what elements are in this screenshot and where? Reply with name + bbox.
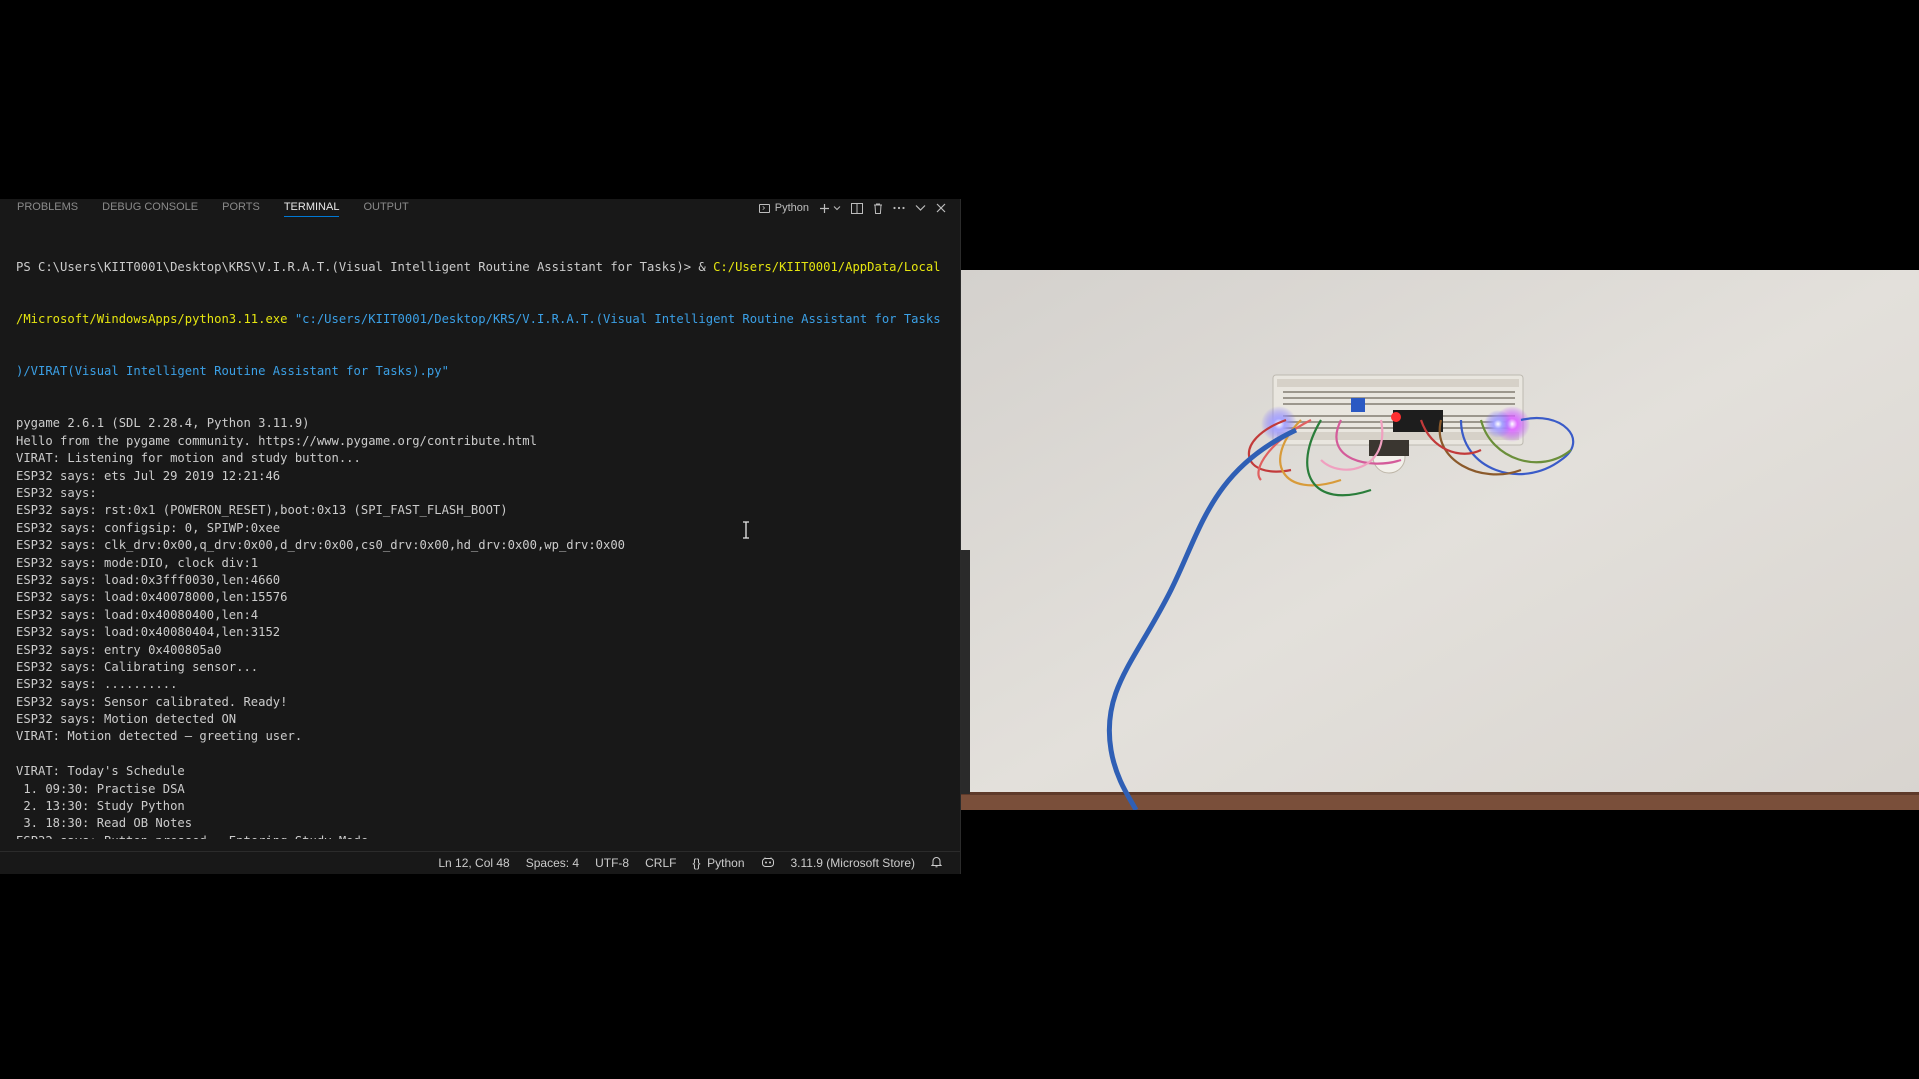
tab-ports[interactable]: PORTS xyxy=(222,199,260,217)
breadboard-photo xyxy=(961,270,1919,810)
copilot-icon xyxy=(761,857,774,867)
terminal-log-line: ESP32 says: xyxy=(16,485,97,500)
terminal-log-line: ESP32 says: .......... xyxy=(16,677,178,692)
collapse-panel-button[interactable] xyxy=(915,204,926,212)
collapse-icon xyxy=(915,205,926,211)
terminal-panel: PROBLEMS DEBUG CONSOLE PORTS TERMINAL OU… xyxy=(0,199,961,874)
script-path: "c:/Users/KIIT0001/Desktop/KRS/V.I.R.A.T… xyxy=(287,312,941,327)
split-icon xyxy=(851,202,863,214)
braces-icon: {} xyxy=(692,856,701,870)
chevron-down-icon[interactable] xyxy=(833,204,841,212)
terminal-log-line: ESP32 says: load:0x40078000,len:15576 xyxy=(16,590,288,605)
terminal-log: pygame 2.6.1 (SDL 2.28.4, Python 3.11.9)… xyxy=(16,415,946,839)
python-interpreter[interactable]: 3.11.9 (Microsoft Store) xyxy=(791,856,916,870)
script-path: )/VIRAT(Visual Intelligent Routine Assis… xyxy=(16,364,449,379)
language-mode[interactable]: {} Python xyxy=(692,856,744,870)
more-icon xyxy=(893,206,905,210)
terminal-log-line: VIRAT: Motion detected – greeting user. xyxy=(16,729,303,744)
tab-debug-console[interactable]: DEBUG CONSOLE xyxy=(102,199,198,217)
terminal-log-line: 1. 09:30: Practise DSA xyxy=(16,781,185,796)
copilot-status[interactable] xyxy=(761,856,775,871)
split-terminal-button[interactable] xyxy=(851,202,863,214)
terminal-log-line: pygame 2.6.1 (SDL 2.28.4, Python 3.11.9) xyxy=(16,416,310,431)
terminal-log-line: ESP32 says: Sensor calibrated. Ready! xyxy=(16,694,288,709)
terminal-icon xyxy=(758,203,770,213)
terminal-log-line: 2. 13:30: Study Python xyxy=(16,799,185,814)
file-encoding[interactable]: UTF-8 xyxy=(595,856,629,870)
language-label: Python xyxy=(707,856,745,870)
terminal-log-line: ESP32 says: ets Jul 29 2019 12:21:46 xyxy=(16,468,281,483)
terminal-log-line: 3. 18:30: Read OB Notes xyxy=(16,816,193,831)
plus-icon xyxy=(820,203,829,213)
terminal-log-line: ESP32 says: Calibrating sensor... xyxy=(16,659,259,674)
terminal-shell-label: Python xyxy=(774,202,809,214)
terminal-log-line xyxy=(16,746,946,763)
tab-terminal[interactable]: TERMINAL xyxy=(283,199,340,217)
terminal-command-line: PS C:\Users\KIIT0001\Desktop\KRS\V.I.R.A… xyxy=(16,259,946,276)
line-ending[interactable]: CRLF xyxy=(645,856,676,870)
trash-icon xyxy=(874,203,882,214)
kill-terminal-button[interactable] xyxy=(873,203,883,214)
panel-actions: Python xyxy=(758,199,946,217)
bell-icon xyxy=(930,856,943,867)
close-icon xyxy=(936,203,946,213)
terminal-log-line: VIRAT: Listening for motion and study bu… xyxy=(16,451,361,466)
new-terminal-button[interactable] xyxy=(819,203,841,214)
text-cursor-icon xyxy=(743,521,749,539)
cursor-position[interactable]: Ln 12, Col 48 xyxy=(438,856,509,870)
terminal-command-line: /Microsoft/WindowsApps/python3.11.exe "c… xyxy=(16,311,946,328)
indentation-setting[interactable]: Spaces: 4 xyxy=(526,856,579,870)
terminal-output[interactable]: PS C:\Users\KIIT0001\Desktop\KRS\V.I.R.A… xyxy=(16,224,946,839)
tab-problems[interactable]: PROBLEMS xyxy=(17,199,78,217)
terminal-log-line: ESP32 says: mode:DIO, clock div:1 xyxy=(16,555,259,570)
terminal-log-line: ESP32 says: entry 0x400805a0 xyxy=(16,642,222,657)
camera-view xyxy=(961,270,1919,810)
terminal-log-line: ESP32 says: configsip: 0, SPIWP:0xee xyxy=(16,520,281,535)
terminal-log-line: ESP32 says: load:0x40080400,len:4 xyxy=(16,607,259,622)
terminal-log-line: ESP32 says: Button pressed - Entering St… xyxy=(16,833,946,839)
terminal-log-line: Hello from the pygame community. https:/… xyxy=(16,433,537,448)
close-panel-button[interactable] xyxy=(936,203,946,213)
terminal-log-line: ESP32 says: load:0x3fff0030,len:4660 xyxy=(16,572,281,587)
terminal-log-line: ESP32 says: rst:0x1 (POWERON_RESET),boot… xyxy=(16,503,508,518)
python-exe-path: C:/Users/KIIT0001/AppData/Local xyxy=(713,259,941,274)
status-bar: Ln 12, Col 48 Spaces: 4 UTF-8 CRLF {} Py… xyxy=(0,851,960,874)
python-exe-path: /Microsoft/WindowsApps/python3.11.exe xyxy=(16,312,288,327)
terminal-log-line: ESP32 says: load:0x40080404,len:3152 xyxy=(16,625,281,640)
terminal-selector[interactable]: Python xyxy=(758,202,809,214)
terminal-log-line: VIRAT: Today's Schedule xyxy=(16,764,185,779)
terminal-log-line: ESP32 says: clk_drv:0x00,q_drv:0x00,d_dr… xyxy=(16,538,626,553)
terminal-log-line: ESP32 says: Motion detected ON xyxy=(16,712,237,727)
terminal-prompt: PS C:\Users\KIIT0001\Desktop\KRS\V.I.R.A… xyxy=(16,259,714,274)
more-actions-button[interactable] xyxy=(893,206,905,210)
notifications-button[interactable] xyxy=(930,856,943,871)
tab-output[interactable]: OUTPUT xyxy=(363,199,408,217)
terminal-command-line: )/VIRAT(Visual Intelligent Routine Assis… xyxy=(16,363,946,380)
